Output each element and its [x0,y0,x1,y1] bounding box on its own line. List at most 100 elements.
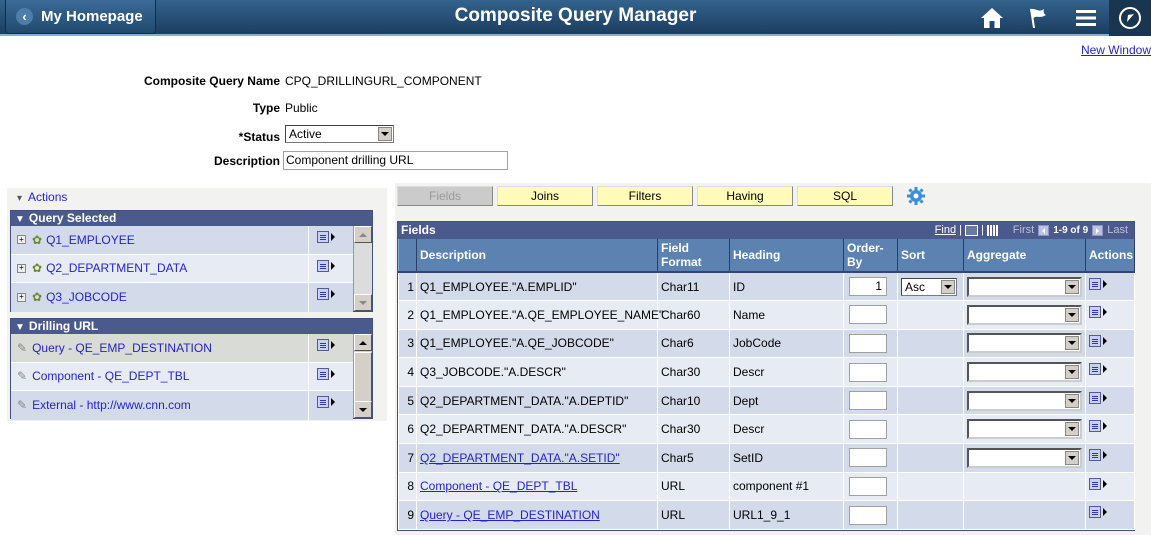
column-header-order-by[interactable]: Order-By [843,239,898,273]
column-header-description[interactable]: Description [416,239,658,273]
scroll-up-button[interactable] [354,226,372,243]
order-by-input[interactable] [849,333,887,353]
download-grid-icon[interactable] [986,225,999,236]
column-header-aggregate[interactable]: Aggregate [963,239,1086,273]
menu-arrow-icon [331,290,335,298]
tab-filters[interactable]: Filters [597,186,693,206]
order-by-input[interactable] [849,391,887,411]
drilling-url-link[interactable]: Query - QE_EMP_DESTINATION [32,341,212,355]
column-header-field-format[interactable]: Field Format [657,239,730,273]
aggregate-cell [963,414,1086,445]
row-actions-button[interactable] [1089,306,1107,319]
first-link[interactable]: First [1013,222,1034,239]
aggregate-select[interactable] [967,362,1082,383]
drilling-url-scrollbar[interactable] [353,334,372,418]
column-header-sort[interactable]: Sort [897,239,964,273]
home-button[interactable] [968,0,1015,36]
row-actions-button[interactable] [317,231,335,243]
field-row: 7 Q2_DEPARTMENT_DATA."A.SETID" Char5 SetID [398,443,1135,473]
row-actions-button[interactable] [1089,363,1107,376]
new-window-link[interactable]: New Window [1081,43,1151,57]
row-actions-button[interactable] [1089,506,1107,519]
aggregate-select[interactable] [967,304,1082,325]
expand-icon[interactable]: + [17,235,26,245]
my-homepage-button[interactable]: ‹ My Homepage [5,0,156,34]
order-by-input[interactable]: 1 [849,277,887,297]
row-actions-button[interactable] [317,396,335,408]
row-actions-button[interactable] [317,259,335,272]
navbar-button[interactable] [1109,0,1151,36]
drilling-url-header[interactable]: ▼ Drilling URL [11,319,372,334]
notifications-button[interactable] [1015,0,1062,36]
row-actions-button[interactable] [317,339,335,351]
row-actions-button[interactable] [1089,391,1107,404]
field-description-link[interactable]: Query - QE_EMP_DESTINATION [420,508,600,522]
aggregate-select[interactable] [967,419,1082,440]
row-actions-button[interactable] [317,288,335,300]
order-by-cell [843,500,898,530]
description-input[interactable]: Component drilling URL [283,151,508,170]
query-link[interactable]: Q3_JOBCODE [46,290,127,304]
status-select[interactable]: Active [285,125,394,143]
settings-button[interactable] [907,187,925,205]
aggregate-select[interactable] [967,447,1082,468]
expand-icon[interactable]: + [17,263,26,273]
order-by-input[interactable] [849,305,887,325]
navbar-menu-button[interactable] [1062,0,1109,36]
order-by-cell [843,386,898,416]
row-actions-button[interactable] [317,367,335,380]
order-by-input[interactable] [849,505,887,525]
next-page-icon[interactable] [1092,225,1104,236]
heading-cell: SetID [729,443,844,473]
column-header-heading[interactable]: Heading [729,239,844,273]
row-number: 4 [398,357,417,387]
field-description-link[interactable]: Component - QE_DEPT_TBL [420,479,577,493]
scroll-down-button[interactable] [354,401,372,418]
aggregate-select[interactable] [967,333,1082,354]
sort-cell [897,414,964,445]
query-link[interactable]: Q1_EMPLOYEE [46,233,135,247]
query-selected-scrollbar[interactable] [353,226,372,311]
column-header-actions[interactable]: Actions [1085,239,1135,273]
query-selected-header[interactable]: ▼ Query Selected [11,211,372,226]
tab-joins[interactable]: Joins [497,186,593,206]
left-panel: Actions ▼Query Selected + ✿ Q1_EMPLOYEE … [7,188,387,421]
find-link[interactable]: Find [935,222,956,239]
actions-toggle[interactable]: Actions [17,190,67,204]
drilling-url-link[interactable]: Component - QE_DEPT_TBL [32,369,189,383]
row-actions-button[interactable] [1089,334,1107,347]
scroll-thumb[interactable] [354,352,372,404]
field-description-link[interactable]: Q2_DEPARTMENT_DATA."A.SETID" [420,451,620,465]
order-by-input[interactable] [849,362,887,382]
row-actions-button[interactable] [1089,278,1107,290]
expand-icon[interactable]: + [17,292,26,302]
menu-icon [1075,10,1096,26]
row-actions-button[interactable] [1089,477,1107,490]
query-link[interactable]: Q2_DEPARTMENT_DATA [46,261,187,275]
last-link[interactable]: Last [1107,222,1128,239]
drilling-url-link[interactable]: External - http://www.cnn.com [32,398,191,412]
row-actions-button[interactable] [1089,420,1107,433]
related-actions-icon [1089,391,1101,404]
previous-page-icon[interactable] [1038,225,1050,236]
actions-cell [1085,272,1135,302]
menu-arrow-icon [1103,280,1107,288]
row-actions-button[interactable] [1089,449,1107,462]
drilling-url-row: ✎ Query - QE_EMP_DESTINATION [11,334,353,363]
tab-fields[interactable]: Fields [397,186,493,206]
order-by-input[interactable] [849,448,887,468]
view-all-icon[interactable] [964,225,978,236]
order-by-input[interactable] [849,476,887,496]
scroll-up-button[interactable] [354,334,372,351]
drilling-url-row: ✎ Component - QE_DEPT_TBL [11,362,353,391]
tab-having[interactable]: Having [697,186,793,206]
description-cell: Q1_EMPLOYEE."A.QE_EMPLOYEE_NAME" [416,300,663,330]
query-selected-grid: ▼ Query Selected + ✿ Q1_EMPLOYEE + ✿ Q2_D… [10,210,373,312]
aggregate-select[interactable] [967,390,1082,411]
scroll-down-button[interactable] [354,294,372,311]
tab-sql[interactable]: SQL [797,186,893,206]
order-by-input[interactable] [849,419,887,439]
field-description: Q1_EMPLOYEE."A.EMPLID" [420,279,577,294]
aggregate-select[interactable] [967,276,1082,297]
sort-select[interactable]: Asc [901,277,957,296]
